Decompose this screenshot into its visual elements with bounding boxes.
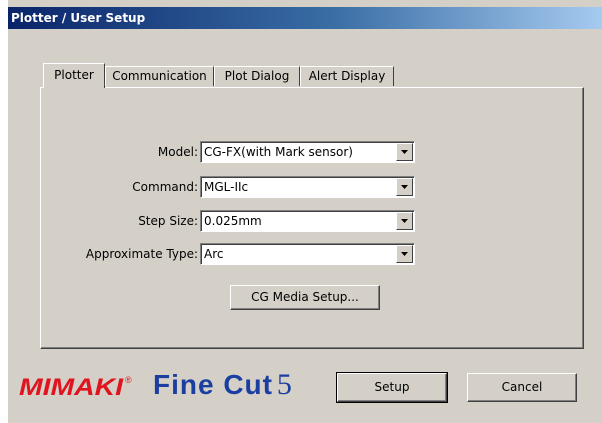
setup-button[interactable]: Setup xyxy=(336,372,448,403)
cancel-button[interactable]: Cancel xyxy=(467,373,577,402)
chevron-down-icon xyxy=(401,150,408,154)
cg-media-setup-button[interactable]: CG Media Setup... xyxy=(230,285,380,310)
step-size-row: Step Size: xyxy=(41,210,198,232)
model-label: Model: xyxy=(157,145,198,159)
svg-text:®: ® xyxy=(125,375,132,385)
plotter-tab-panel: Model: CG-FX(with Mark sensor) Command: … xyxy=(40,87,584,349)
finecut-version: 5 xyxy=(276,368,292,401)
chevron-down-icon xyxy=(401,219,408,223)
step-size-select[interactable]: 0.025mm xyxy=(200,210,415,232)
step-size-value: 0.025mm xyxy=(204,214,262,228)
model-row: Model: xyxy=(41,141,198,163)
model-select[interactable]: CG-FX(with Mark sensor) xyxy=(200,141,415,163)
mimaki-logo: MIMAKI ® xyxy=(19,374,132,401)
approx-type-dropdown-button[interactable] xyxy=(396,245,413,263)
finecut-logo: Fine Cut 5 xyxy=(153,368,292,402)
tab-alert-display[interactable]: Alert Display xyxy=(300,66,394,86)
approx-type-value: Arc xyxy=(204,247,224,261)
finecut-product-name: Fine Cut xyxy=(153,369,273,400)
plotter-user-setup-dialog: Plotter / User Setup Plotter Communicati… xyxy=(8,0,602,423)
command-select[interactable]: MGL-IIc xyxy=(200,176,415,198)
command-row: Command: xyxy=(41,176,198,198)
chevron-down-icon xyxy=(401,185,408,189)
step-size-dropdown-button[interactable] xyxy=(396,212,413,230)
chevron-down-icon xyxy=(401,252,408,256)
window-title: Plotter / User Setup xyxy=(8,7,602,29)
approx-type-row: Approximate Type: xyxy=(41,243,198,265)
command-value: MGL-IIc xyxy=(204,180,249,194)
model-dropdown-button[interactable] xyxy=(396,143,413,161)
tab-plot-dialog[interactable]: Plot Dialog xyxy=(214,66,300,86)
tab-plotter[interactable]: Plotter xyxy=(43,63,105,88)
tab-communication[interactable]: Communication xyxy=(105,66,214,86)
command-label: Command: xyxy=(132,180,198,194)
model-value: CG-FX(with Mark sensor) xyxy=(204,145,353,159)
step-size-label: Step Size: xyxy=(138,214,198,228)
command-dropdown-button[interactable] xyxy=(396,178,413,196)
approx-type-select[interactable]: Arc xyxy=(200,243,415,265)
svg-text:MIMAKI: MIMAKI xyxy=(19,374,125,401)
approx-type-label: Approximate Type: xyxy=(85,247,198,261)
